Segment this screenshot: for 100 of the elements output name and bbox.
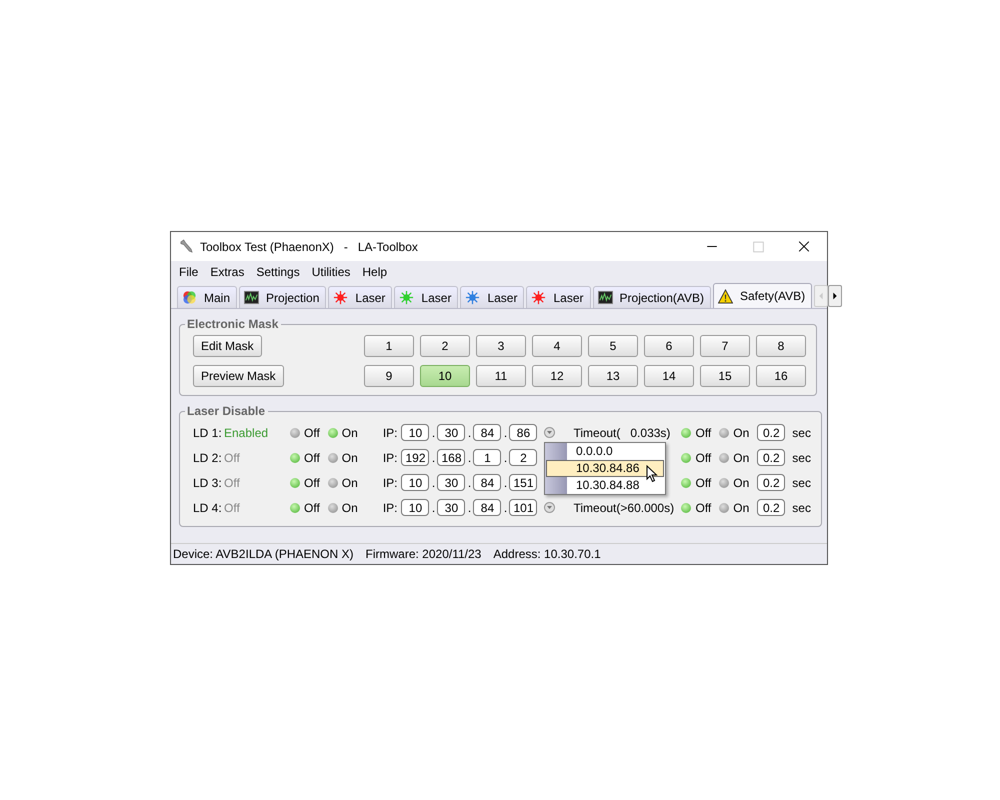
- delay-field[interactable]: 0.2: [757, 424, 786, 441]
- waveform-icon: [244, 290, 260, 305]
- mask-button[interactable]: 1: [364, 335, 414, 357]
- status-text: Off: [224, 450, 241, 464]
- status-text: Off: [224, 500, 241, 514]
- ip-octet-field[interactable]: 30: [437, 499, 466, 516]
- preview-mask-button[interactable]: Preview Mask: [193, 365, 284, 387]
- delay-field[interactable]: 0.2: [757, 474, 786, 491]
- mask-button[interactable]: 2: [420, 335, 470, 357]
- menu-item[interactable]: File: [173, 265, 204, 279]
- led-icon[interactable]: [719, 478, 730, 488]
- menu-item[interactable]: Extras: [204, 265, 250, 279]
- menu-option[interactable]: 0.0.0.0: [546, 443, 664, 460]
- led-icon[interactable]: [719, 428, 730, 438]
- row-label: LD 4:: [193, 500, 223, 514]
- delay-field[interactable]: 0.2: [757, 499, 786, 516]
- ip-label: IP:: [382, 476, 398, 490]
- led-icon[interactable]: [681, 502, 692, 512]
- led-icon[interactable]: [290, 452, 300, 462]
- ip-octet-field[interactable]: 2: [509, 449, 538, 466]
- mask-button[interactable]: 5: [588, 335, 638, 357]
- ip-octet-field[interactable]: 192: [401, 449, 430, 466]
- mask-button[interactable]: 8: [756, 335, 806, 357]
- tab[interactable]: Laser: [526, 286, 591, 308]
- led-icon[interactable]: [328, 478, 338, 488]
- ip-octet-field[interactable]: 30: [437, 424, 466, 441]
- mask-button[interactable]: 12: [532, 365, 582, 387]
- dropdown-icon[interactable]: [544, 427, 556, 438]
- mask-button[interactable]: 6: [644, 335, 694, 357]
- tab[interactable]: Projection: [239, 286, 326, 308]
- delay-field[interactable]: 0.2: [757, 449, 786, 466]
- on-label: On: [733, 500, 750, 514]
- tab[interactable]: Laser: [328, 286, 392, 308]
- mask-button[interactable]: 3: [476, 335, 526, 357]
- on-label: On: [733, 476, 750, 490]
- on-label: On: [733, 426, 750, 440]
- mask-button[interactable]: 13: [588, 365, 638, 387]
- off-label: Off: [695, 500, 712, 514]
- on-label: On: [342, 476, 358, 490]
- tab[interactable]: Projection(AVB): [592, 286, 711, 308]
- led-icon[interactable]: [290, 502, 300, 512]
- led-icon[interactable]: [681, 478, 692, 488]
- menu-option[interactable]: 10.30.84.88: [546, 477, 664, 494]
- status-text: Off: [224, 476, 241, 490]
- led-icon[interactable]: [681, 428, 692, 438]
- mask-button[interactable]: 7: [700, 335, 750, 357]
- status-text: Enabled: [224, 426, 270, 440]
- status-text: Address: 10.30.70.1: [493, 547, 601, 561]
- tab[interactable]: Main: [177, 286, 238, 308]
- ip-separator: .: [502, 450, 508, 464]
- mask-button[interactable]: 9: [364, 365, 414, 387]
- mask-button[interactable]: 15: [700, 365, 750, 387]
- edit-mask-button[interactable]: Edit Mask: [193, 335, 262, 357]
- ip-octet-field[interactable]: 168: [437, 449, 466, 466]
- dropdown-icon[interactable]: [544, 502, 556, 513]
- window-title: Toolbox Test (PhaenonX) - LA-Toolbox: [200, 240, 418, 254]
- ip-octet-field[interactable]: 10: [401, 424, 430, 441]
- tab[interactable]: Laser: [394, 286, 458, 308]
- ip-octet-field[interactable]: 84: [473, 474, 502, 491]
- ip-octet-field[interactable]: 151: [509, 474, 538, 491]
- led-icon[interactable]: [719, 502, 730, 512]
- ip-label: IP:: [382, 450, 398, 464]
- menu-item[interactable]: Settings: [250, 265, 306, 279]
- ip-separator: .: [466, 450, 472, 464]
- on-label: On: [342, 500, 358, 514]
- ip-octet-field[interactable]: 84: [473, 424, 502, 441]
- led-icon[interactable]: [290, 478, 300, 488]
- ip-octet-field[interactable]: 10: [401, 474, 430, 491]
- mask-button[interactable]: 14: [644, 365, 694, 387]
- ip-separator: .: [466, 426, 472, 440]
- led-icon[interactable]: [328, 502, 338, 512]
- off-label: Off: [695, 476, 712, 490]
- ip-octet-field[interactable]: 101: [509, 499, 538, 516]
- led-icon[interactable]: [290, 428, 300, 438]
- status-text: Device: AVB2ILDA (PHAENON X): [173, 547, 354, 561]
- off-label: Off: [304, 450, 320, 464]
- led-icon[interactable]: [328, 428, 338, 438]
- scroll-right-icon[interactable]: [828, 284, 842, 306]
- led-icon[interactable]: [719, 452, 730, 462]
- menu-item[interactable]: Utilities: [306, 265, 356, 279]
- mask-button[interactable]: 11: [476, 365, 526, 387]
- ip-separator: .: [430, 500, 436, 514]
- ip-octet-field[interactable]: 1: [473, 449, 502, 466]
- off-label: Off: [695, 426, 712, 440]
- mask-button[interactable]: 10: [420, 365, 470, 387]
- led-icon[interactable]: [681, 452, 692, 462]
- tab[interactable]: Safety(AVB): [713, 283, 812, 308]
- off-label: Off: [695, 450, 712, 464]
- mask-button[interactable]: 16: [756, 365, 806, 387]
- tab[interactable]: Laser: [460, 286, 524, 308]
- ip-octet-field[interactable]: 10: [401, 499, 430, 516]
- mask-button[interactable]: 4: [532, 335, 582, 357]
- ip-octet-field[interactable]: 84: [473, 499, 502, 516]
- menu-option[interactable]: 10.30.84.86: [546, 460, 664, 477]
- ip-octet-field[interactable]: 86: [509, 424, 538, 441]
- row-label: LD 3:: [193, 476, 223, 490]
- led-icon[interactable]: [328, 452, 338, 462]
- menu-item[interactable]: Help: [356, 265, 394, 279]
- on-label: On: [342, 450, 358, 464]
- ip-octet-field[interactable]: 30: [437, 474, 466, 491]
